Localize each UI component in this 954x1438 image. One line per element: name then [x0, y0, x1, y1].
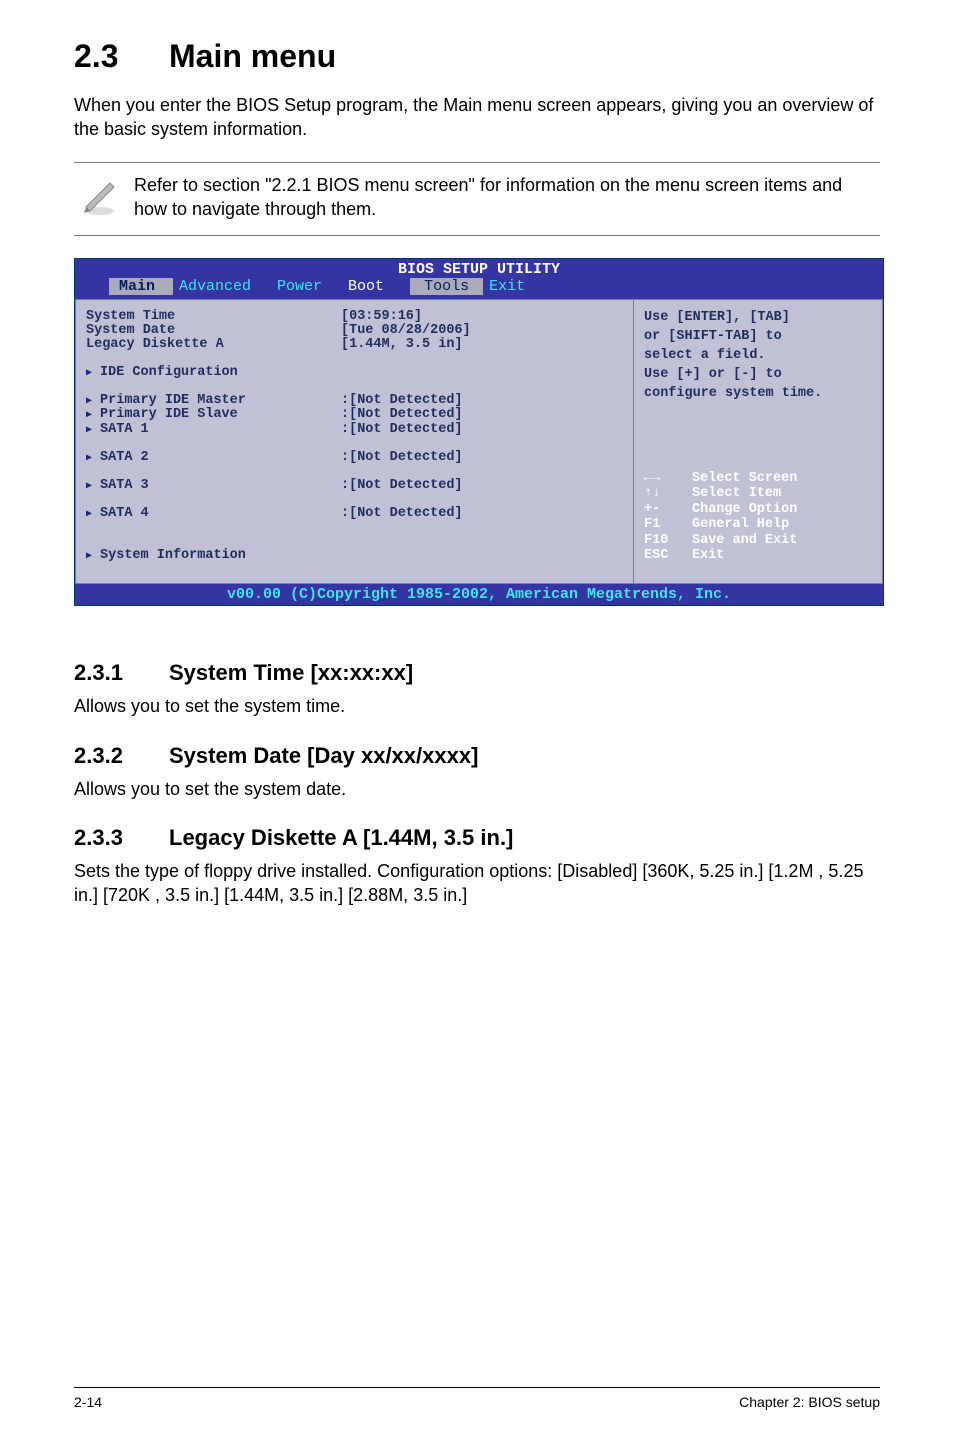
- bios-field-label: SATA 2: [86, 451, 341, 465]
- bios-help-line: configure system time.: [644, 386, 874, 401]
- bios-legend-key: +-: [644, 502, 692, 518]
- bios-field-label: Primary IDE Master: [86, 394, 341, 408]
- bios-title: BIOS SETUP UTILITY: [75, 259, 883, 278]
- bios-legend-row: +-Change Option: [644, 502, 874, 518]
- bios-help-line: Use [ENTER], [TAB]: [644, 310, 874, 325]
- section-number: 2.3: [74, 38, 169, 75]
- subsection-body: Allows you to set the system date.: [74, 777, 880, 801]
- bios-field-label: SATA 4: [86, 507, 341, 521]
- subsection-title: System Time [xx:xx:xx]: [169, 660, 413, 685]
- bios-sub-item[interactable]: Primary IDE Slave:[Not Detected]: [86, 408, 625, 422]
- bios-field-label: System Information: [86, 549, 341, 563]
- bios-legend-text: Select Screen: [692, 471, 797, 487]
- bios-field-label: System Time: [86, 310, 341, 324]
- subsection-number: 2.3.1: [74, 660, 169, 686]
- section-intro: When you enter the BIOS Setup program, t…: [74, 93, 880, 142]
- note-block: Refer to section "2.2.1 BIOS menu screen…: [74, 162, 880, 236]
- bios-tab-power[interactable]: Power: [277, 278, 348, 295]
- bios-field-value: [Tue 08/28/2006]: [341, 324, 471, 338]
- bios-legend-key: ↑↓: [644, 486, 692, 502]
- bios-field-value: [1.44M, 3.5 in]: [341, 338, 463, 352]
- subsection-heading: 2.3.1System Time [xx:xx:xx]: [74, 660, 880, 686]
- bios-tab-advanced[interactable]: Advanced: [179, 278, 277, 295]
- bios-field-label: Primary IDE Slave: [86, 408, 341, 422]
- bios-legend-row: ↑↓Select Item: [644, 486, 874, 502]
- bios-help-line: select a field.: [644, 348, 874, 363]
- bios-field-label: System Date: [86, 324, 341, 338]
- page-number: 2-14: [74, 1394, 102, 1410]
- bios-field-value: :[Not Detected]: [341, 479, 463, 493]
- bios-legend-key: ←→: [644, 471, 692, 487]
- bios-field-label: IDE Configuration: [86, 366, 341, 380]
- bios-left-pane: System Time[03:59:16]System Date[Tue 08/…: [75, 299, 633, 585]
- bios-legend-row: F10Save and Exit: [644, 533, 874, 549]
- page-footer: 2-14 Chapter 2: BIOS setup: [74, 1387, 880, 1438]
- subsection-number: 2.3.2: [74, 743, 169, 769]
- subsection-heading: 2.3.3Legacy Diskette A [1.44M, 3.5 in.]: [74, 825, 880, 851]
- chapter-label: Chapter 2: BIOS setup: [739, 1394, 880, 1410]
- subsection-heading: 2.3.2System Date [Day xx/xx/xxxx]: [74, 743, 880, 769]
- bios-legend-text: Exit: [692, 548, 724, 564]
- bios-sub-item[interactable]: SATA 2:[Not Detected]: [86, 451, 625, 465]
- subsection-number: 2.3.3: [74, 825, 169, 851]
- bios-legend-text: General Help: [692, 517, 789, 533]
- bios-field-row[interactable]: Legacy Diskette A[1.44M, 3.5 in]: [86, 338, 625, 352]
- subsection-body: Sets the type of floppy drive installed.…: [74, 859, 880, 908]
- bios-legend-text: Select Item: [692, 486, 781, 502]
- bios-sub-item[interactable]: SATA 3:[Not Detected]: [86, 479, 625, 493]
- bios-field-value: :[Not Detected]: [341, 394, 463, 408]
- note-text: Refer to section "2.2.1 BIOS menu screen…: [134, 173, 874, 222]
- bios-field-row[interactable]: System Date[Tue 08/28/2006]: [86, 324, 625, 338]
- bios-legend-text: Save and Exit: [692, 533, 797, 549]
- bios-legend-row: F1General Help: [644, 517, 874, 533]
- bios-field-row[interactable]: System Time[03:59:16]: [86, 310, 625, 324]
- bios-tab-boot[interactable]: Boot: [348, 278, 410, 295]
- bios-sub-item[interactable]: Primary IDE Master:[Not Detected]: [86, 394, 625, 408]
- bios-sub-item[interactable]: SATA 4:[Not Detected]: [86, 507, 625, 521]
- bios-tab-tools[interactable]: Tools: [410, 278, 483, 295]
- bios-help-line: or [SHIFT-TAB] to: [644, 329, 874, 344]
- section-title-text: Main menu: [169, 38, 336, 74]
- bios-field-value: :[Not Detected]: [341, 507, 463, 521]
- subsection-title: System Date [Day xx/xx/xxxx]: [169, 743, 478, 768]
- subsection-title: Legacy Diskette A [1.44M, 3.5 in.]: [169, 825, 513, 850]
- bios-field-value: :[Not Detected]: [341, 451, 463, 465]
- bios-field-value: :[Not Detected]: [341, 423, 463, 437]
- bios-legend-key: ESC: [644, 548, 692, 564]
- bios-tab-main[interactable]: Main: [109, 278, 173, 295]
- bios-legend-key: F1: [644, 517, 692, 533]
- bios-field-value: [03:59:16]: [341, 310, 422, 324]
- bios-field-value: :[Not Detected]: [341, 408, 463, 422]
- bios-tab-exit[interactable]: Exit: [489, 278, 551, 295]
- bios-sub-item[interactable]: System Information: [86, 549, 625, 563]
- bios-field-label: SATA 1: [86, 423, 341, 437]
- bios-screenshot: BIOS SETUP UTILITY Main Advanced Power B…: [74, 258, 884, 607]
- bios-legend-key: F10: [644, 533, 692, 549]
- bios-menubar: Main Advanced Power Boot Tools Exit: [75, 278, 883, 299]
- bios-legend-row: ←→Select Screen: [644, 471, 874, 487]
- pencil-icon: [80, 173, 134, 225]
- bios-field-label: SATA 3: [86, 479, 341, 493]
- bios-sub-item[interactable]: IDE Configuration: [86, 366, 625, 380]
- bios-field-label: Legacy Diskette A: [86, 338, 341, 352]
- section-heading: 2.3Main menu: [74, 38, 880, 75]
- bios-right-pane: Use [ENTER], [TAB] or [SHIFT-TAB] to selec…: [633, 299, 883, 585]
- bios-sub-item[interactable]: SATA 1:[Not Detected]: [86, 423, 625, 437]
- bios-help-line: Use [+] or [-] to: [644, 367, 874, 382]
- bios-legend-row: ESCExit: [644, 548, 874, 564]
- bios-legend: ←→Select Screen↑↓Select Item+-Change Opt…: [644, 471, 874, 564]
- bios-legend-text: Change Option: [692, 502, 797, 518]
- bios-footer: v00.00 (C)Copyright 1985-2002, American …: [75, 584, 883, 605]
- subsection-body: Allows you to set the system time.: [74, 694, 880, 718]
